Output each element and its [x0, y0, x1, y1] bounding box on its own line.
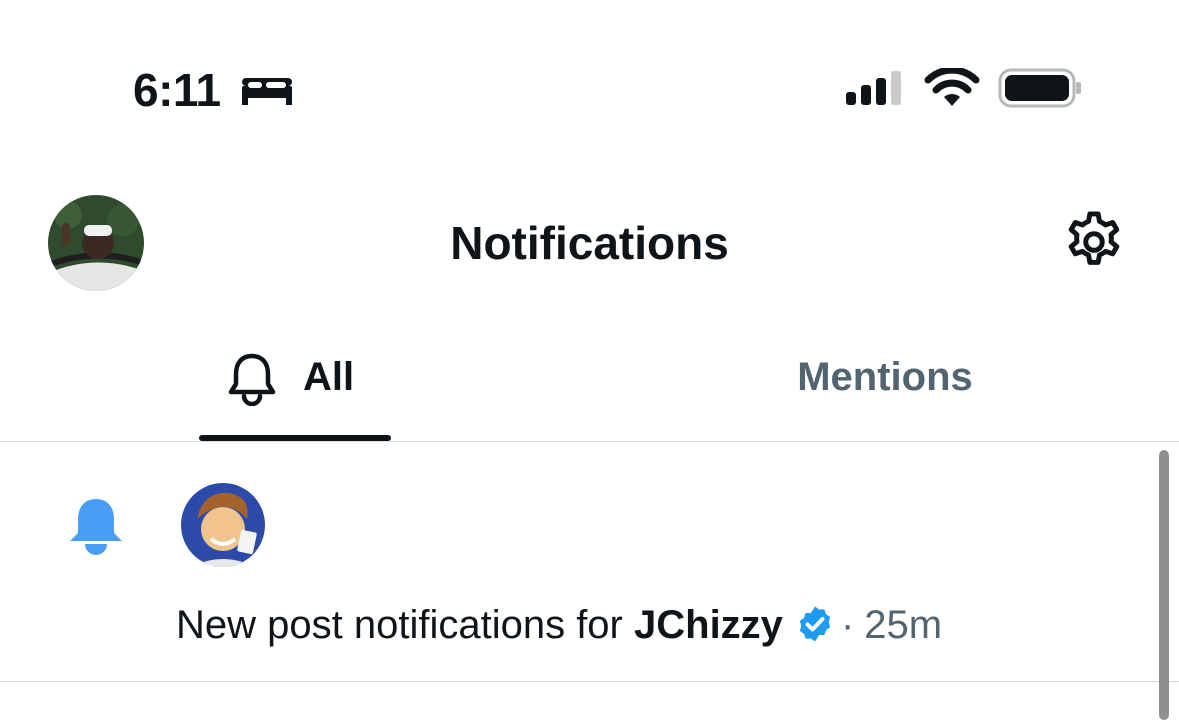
notification-text: New post notifications for JChizzy · 25m — [176, 600, 942, 650]
tab-mentions-label: Mentions — [797, 355, 973, 399]
notification-time: 25m — [864, 603, 943, 647]
status-time: 6:11 — [133, 64, 221, 116]
cellular-signal-icon — [845, 70, 905, 106]
notification-username[interactable]: JChizzy — [634, 603, 783, 647]
tab-all[interactable]: All — [199, 340, 391, 441]
wifi-icon — [924, 66, 980, 108]
bell-icon — [68, 497, 124, 557]
bed-icon — [240, 72, 294, 106]
tab-mentions[interactable]: Mentions — [735, 340, 1035, 441]
notification-separator: · — [840, 603, 855, 647]
divider — [0, 681, 1179, 682]
notification-prefix: New post notifications for — [176, 603, 634, 647]
battery-icon — [998, 68, 1082, 108]
tab-all-label: All — [303, 355, 355, 399]
page-title: Notifications — [450, 217, 729, 269]
user-avatar[interactable] — [181, 483, 265, 567]
bell-icon — [228, 353, 276, 406]
gear-icon — [1068, 211, 1120, 265]
verified-badge-icon — [795, 604, 835, 644]
scrollbar[interactable] — [1159, 450, 1169, 720]
settings-button[interactable] — [1058, 206, 1130, 278]
